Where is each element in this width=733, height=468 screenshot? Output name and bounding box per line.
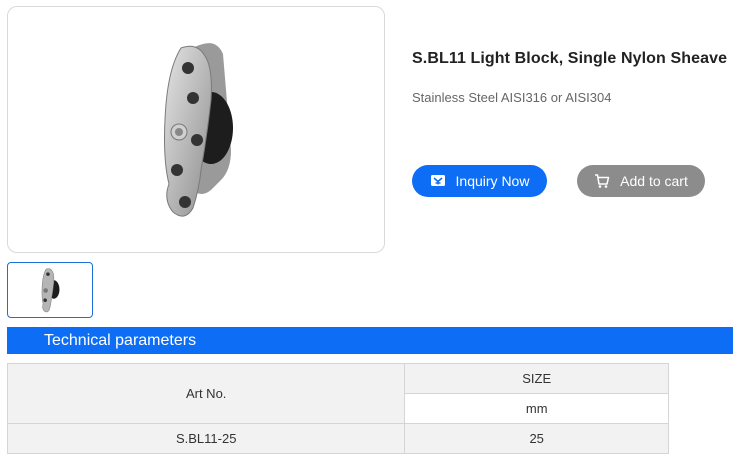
product-material: Stainless Steel AISI316 or AISI304 [412,90,612,105]
technical-parameters-table: Art No. SIZE mm S.BL11-25 25 [6,363,669,454]
art-no-cell: S.BL11-25 [6,423,406,454]
size-unit: mm [404,393,669,424]
table-row: S.BL11-25 25 [6,423,669,454]
product-thumbnail[interactable] [7,262,93,318]
inquiry-now-button[interactable]: Inquiry Now [412,165,547,197]
size-cell: 25 [404,423,669,454]
pulley-block-thumbnail-image [41,268,60,313]
art-no-header: Art No. [6,363,406,424]
inquiry-now-label: Inquiry Now [455,173,530,189]
add-to-cart-label: Add to cart [620,173,688,189]
size-header: SIZE [404,363,669,394]
message-icon [430,173,446,189]
technical-parameters-header: Technical parameters [7,327,733,354]
product-title: S.BL11 Light Block, Single Nylon Sheave [412,50,728,67]
add-to-cart-button[interactable]: Add to cart [577,165,705,197]
pulley-block-image [164,42,233,217]
product-main-image [7,6,385,253]
cart-icon [594,173,610,189]
